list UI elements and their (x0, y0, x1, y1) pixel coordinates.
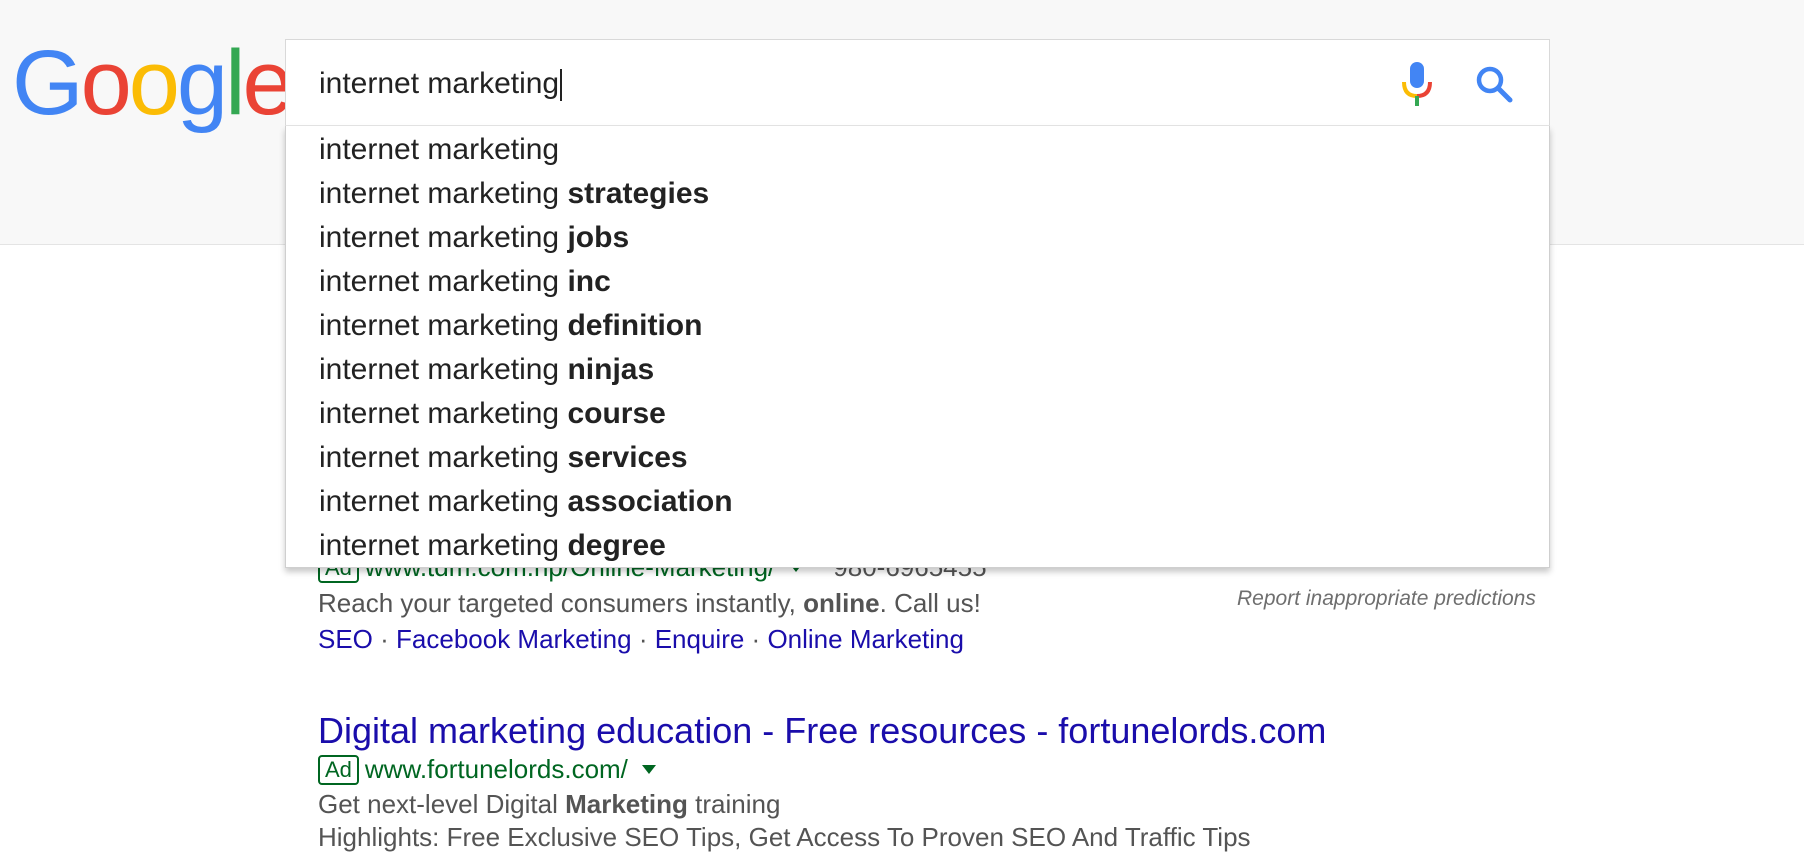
logo-letter: g (176, 32, 228, 134)
suggestion-prefix: internet marketing (319, 265, 560, 298)
magnifier-icon[interactable] (1474, 64, 1514, 104)
suggestion-item[interactable]: internet marketing ninjas (319, 348, 654, 392)
suggestion-prefix: internet marketing (319, 221, 560, 254)
search-query: internet marketing (319, 67, 560, 100)
sitelink-online-marketing[interactable]: Online Marketing (767, 624, 964, 654)
desc-bold: Marketing (565, 789, 688, 819)
sitelink-separator: · (631, 624, 655, 654)
search-box[interactable]: internet marketing (285, 39, 1550, 126)
ad-url-row: Ad www.fortunelords.com/ (318, 754, 656, 785)
search-input[interactable]: internet marketing (319, 40, 563, 127)
suggestion-item[interactable]: internet marketing (319, 128, 559, 172)
suggestion-prefix: internet marketing (319, 397, 560, 430)
google-logo[interactable]: Google (12, 28, 294, 138)
suggestion-item[interactable]: internet marketing course (319, 392, 666, 436)
autocomplete-dropdown: internet marketing internet marketing st… (285, 126, 1550, 568)
ad-description: Reach your targeted consumers instantly,… (318, 588, 981, 619)
report-predictions-link[interactable]: Report inappropriate predictions (1237, 587, 1536, 611)
suggestion-suffix: degree (567, 529, 666, 562)
suggestion-prefix: internet marketing (319, 309, 560, 342)
sitelink-seo[interactable]: SEO (318, 624, 373, 654)
logo-letter: e (242, 32, 294, 134)
logo-letter: o (80, 32, 132, 134)
logo-letter: l (225, 32, 246, 134)
text-caret (560, 69, 563, 102)
ad-badge: Ad (318, 754, 359, 785)
desc-start: Get next-level Digital (318, 789, 566, 819)
suggestion-prefix: internet marketing (319, 485, 560, 518)
suggestion-prefix: internet marketing (319, 353, 560, 386)
suggestion-suffix: association (567, 485, 733, 518)
sitelink-enquire[interactable]: Enquire (655, 624, 745, 654)
ad-sitelinks: SEO · Facebook Marketing · Enquire · Onl… (318, 624, 964, 655)
suggestion-item[interactable]: internet marketing strategies (319, 172, 709, 216)
suggestion-item[interactable]: internet marketing definition (319, 304, 702, 348)
logo-letter: o (128, 32, 180, 134)
suggestion-item[interactable]: internet marketing jobs (319, 216, 629, 260)
suggestion-item[interactable]: internet marketing inc (319, 260, 611, 304)
suggestion-suffix: jobs (567, 221, 630, 254)
suggestion-suffix: definition (567, 309, 703, 342)
suggestion-suffix: inc (567, 265, 611, 298)
sitelink-facebook-marketing[interactable]: Facebook Marketing (396, 624, 632, 654)
desc-start: Reach your targeted consumers instantly, (318, 588, 804, 618)
suggestion-item[interactable]: internet marketing association (319, 480, 733, 524)
desc-end: . Call us! (879, 588, 981, 618)
ad-description: Get next-level Digital Marketing trainin… (318, 789, 780, 820)
microphone-icon[interactable] (1399, 60, 1435, 108)
sitelink-separator: · (744, 624, 768, 654)
suggestion-prefix: internet marketing (319, 133, 560, 166)
suggestion-suffix: strategies (567, 177, 710, 210)
desc-bold: online (803, 588, 880, 618)
suggestion-prefix: internet marketing (319, 441, 560, 474)
dropdown-arrow-icon[interactable] (641, 765, 656, 774)
suggestion-suffix: services (567, 441, 688, 474)
suggestion-prefix: internet marketing (319, 177, 560, 210)
sitelink-separator: · (372, 624, 397, 654)
suggestion-suffix: course (567, 397, 666, 430)
suggestion-suffix: ninjas (567, 353, 655, 386)
suggestion-item[interactable]: internet marketing degree (319, 524, 666, 568)
suggestion-prefix: internet marketing (319, 529, 560, 562)
ad-title-link[interactable]: Digital marketing education - Free resou… (318, 710, 1326, 752)
desc-end: training (687, 789, 781, 819)
ad-url-link[interactable]: www.fortunelords.com/ (365, 754, 628, 784)
logo-letter: G (12, 32, 84, 134)
suggestion-item[interactable]: internet marketing services (319, 436, 688, 480)
